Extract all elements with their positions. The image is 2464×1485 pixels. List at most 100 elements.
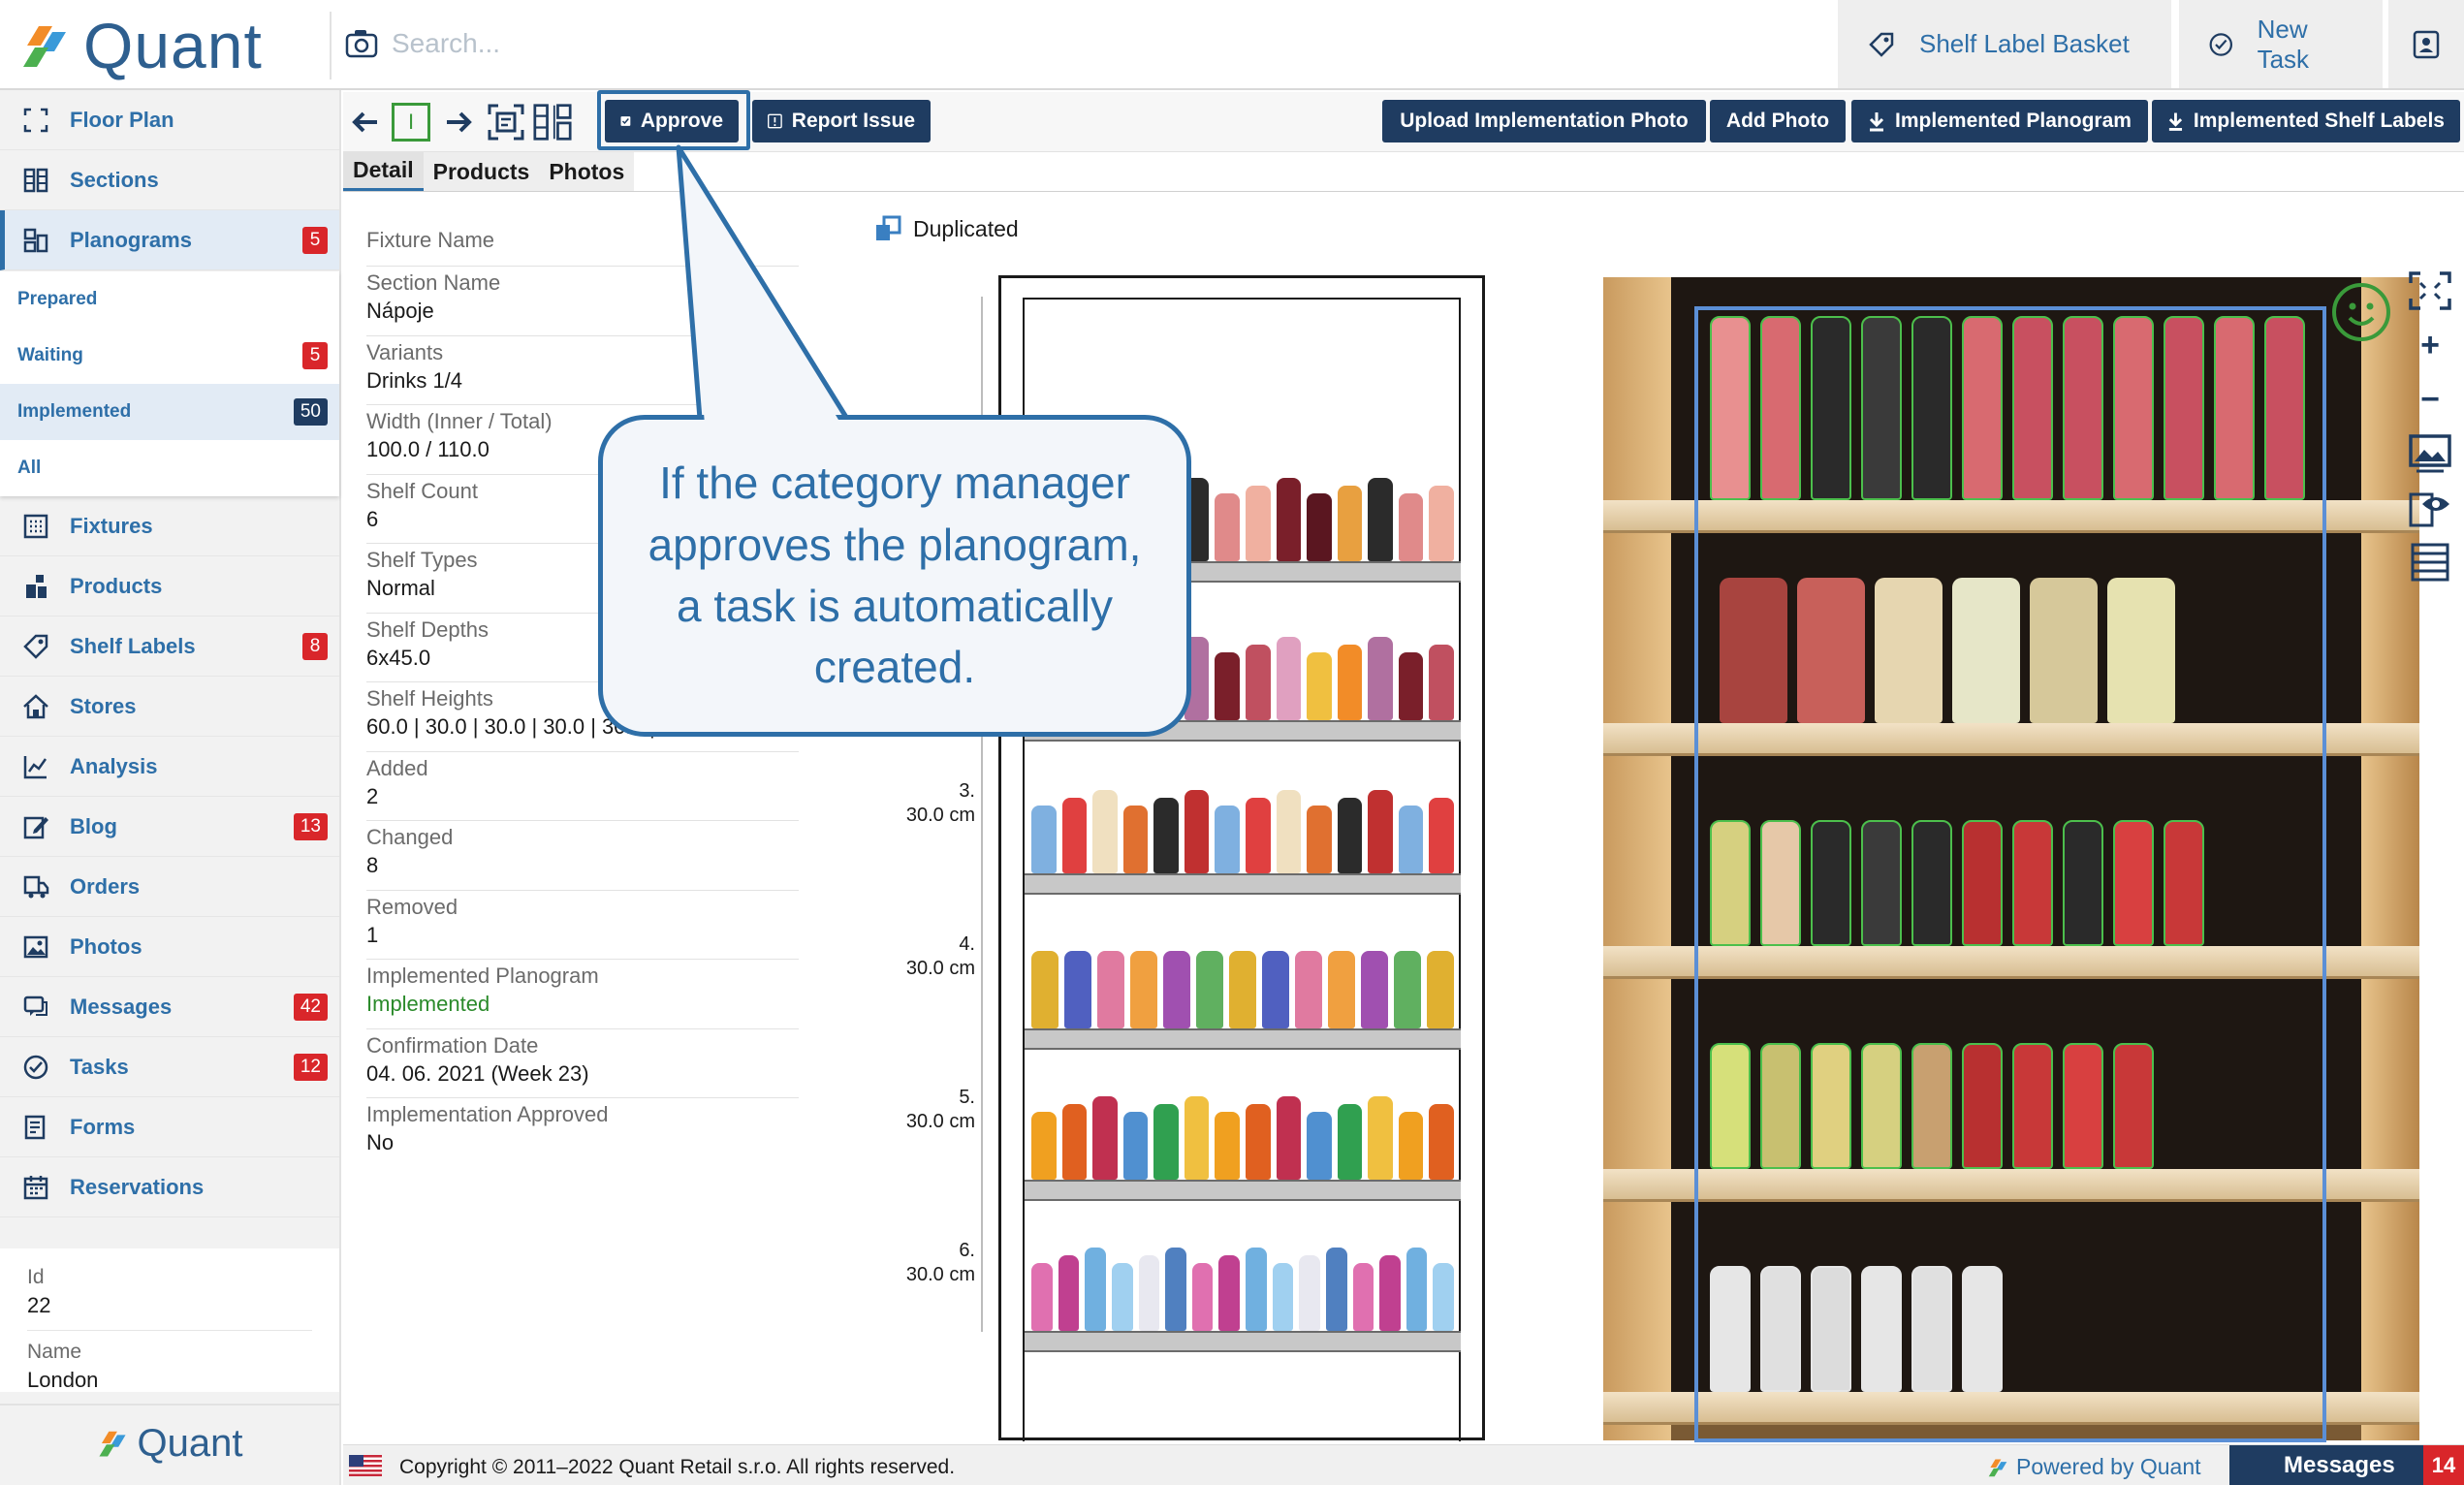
planogram-product[interactable] xyxy=(1246,798,1271,873)
planogram-product[interactable] xyxy=(1337,1104,1363,1180)
sidebar-item-messages[interactable]: Messages 42 xyxy=(0,977,339,1037)
planogram-product[interactable] xyxy=(1429,486,1454,561)
planogram-product[interactable] xyxy=(1299,1255,1320,1331)
planogram-product[interactable] xyxy=(1394,951,1421,1028)
planogram-product[interactable] xyxy=(1276,790,1302,873)
implemented-shelf-labels-button[interactable]: Implemented Shelf Labels xyxy=(2152,100,2460,142)
planogram-product[interactable] xyxy=(1276,1096,1302,1180)
search-input[interactable]: Search... xyxy=(392,28,500,59)
planogram-product[interactable] xyxy=(1272,1263,1294,1331)
planogram-product[interactable] xyxy=(1058,1255,1080,1331)
sidebar-item-fixtures[interactable]: Fixtures xyxy=(0,496,339,556)
sidebar-item-shelf-labels[interactable]: Shelf Labels 8 xyxy=(0,616,339,677)
planogram-product[interactable] xyxy=(1184,1096,1210,1180)
tab-products[interactable]: Products xyxy=(423,152,540,191)
planogram-product[interactable] xyxy=(1398,652,1424,720)
planogram-product[interactable] xyxy=(1122,1112,1149,1180)
planogram-product[interactable] xyxy=(1138,1255,1160,1331)
planogram-product[interactable] xyxy=(1246,645,1271,720)
sidebar-item-analysis[interactable]: Analysis xyxy=(0,737,339,797)
planogram-product[interactable] xyxy=(1092,790,1118,873)
planogram-product[interactable] xyxy=(1031,1112,1057,1180)
sidebar-item-stores[interactable]: Stores xyxy=(0,677,339,737)
camera-icon[interactable] xyxy=(345,28,378,59)
planogram-product[interactable] xyxy=(1368,478,1393,561)
planogram-product[interactable] xyxy=(1092,1096,1118,1180)
implemented-indicator[interactable]: I xyxy=(392,102,430,142)
planogram-product[interactable] xyxy=(1130,951,1157,1028)
submenu-all[interactable]: All xyxy=(0,440,339,496)
planogram-product[interactable] xyxy=(1337,798,1363,873)
planogram-product[interactable] xyxy=(1215,493,1240,561)
planogram-product[interactable] xyxy=(1031,806,1057,873)
planogram-product[interactable] xyxy=(1429,798,1454,873)
planogram-product[interactable] xyxy=(1184,790,1210,873)
planogram-product[interactable] xyxy=(1307,493,1332,561)
list-icon[interactable] xyxy=(2408,543,2452,582)
planogram-product[interactable] xyxy=(1246,486,1271,561)
planogram-product[interactable] xyxy=(1229,951,1256,1028)
planogram-product[interactable] xyxy=(1246,1104,1271,1180)
planogram-product[interactable] xyxy=(1352,1263,1374,1331)
compare-icon[interactable] xyxy=(533,102,572,142)
sidebar-item-orders[interactable]: Orders xyxy=(0,857,339,917)
sidebar-item-products[interactable]: Products xyxy=(0,556,339,616)
planogram-product[interactable] xyxy=(1307,652,1332,720)
planogram-product[interactable] xyxy=(1246,1248,1267,1331)
new-task-button[interactable]: New Task xyxy=(2179,0,2383,88)
add-photo-button[interactable]: Add Photo xyxy=(1710,100,1846,142)
planogram-product[interactable] xyxy=(1153,1104,1179,1180)
planogram-product[interactable] xyxy=(1307,806,1332,873)
planogram-product[interactable] xyxy=(1398,493,1424,561)
planogram-product[interactable] xyxy=(1429,645,1454,720)
planogram-product[interactable] xyxy=(1111,1263,1133,1331)
planogram-product[interactable] xyxy=(1368,1096,1393,1180)
planogram-product[interactable] xyxy=(1153,798,1179,873)
zoom-out-icon[interactable]: − xyxy=(2408,380,2452,419)
planogram-product[interactable] xyxy=(1406,1248,1428,1331)
planogram-product[interactable] xyxy=(1379,1255,1401,1331)
planogram-product[interactable] xyxy=(1398,806,1424,873)
user-button[interactable] xyxy=(2388,0,2464,88)
planogram-product[interactable] xyxy=(1061,798,1088,873)
planogram-product[interactable] xyxy=(1122,806,1149,873)
planogram-product[interactable] xyxy=(1262,951,1289,1028)
arrow-right-icon[interactable] xyxy=(440,102,479,142)
submenu-waiting[interactable]: Waiting 5 xyxy=(0,328,339,384)
planogram-product[interactable] xyxy=(1276,478,1302,561)
planogram-product[interactable] xyxy=(1337,645,1363,720)
planogram-product[interactable] xyxy=(1163,951,1190,1028)
search-bar[interactable]: Search... xyxy=(345,19,500,68)
submenu-implemented[interactable]: Implemented 50 xyxy=(0,384,339,440)
visibility-icon[interactable] xyxy=(2408,489,2452,527)
planogram-product[interactable] xyxy=(1215,1112,1240,1180)
arrow-left-icon[interactable] xyxy=(345,102,384,142)
sidebar-item-planograms[interactable]: Planograms 5 xyxy=(0,210,339,270)
planogram-product[interactable] xyxy=(1191,1263,1214,1331)
planogram-product[interactable] xyxy=(1368,637,1393,720)
messages-button[interactable]: Messages 14 xyxy=(2229,1445,2464,1485)
planogram-product[interactable] xyxy=(1196,951,1223,1028)
us-flag-icon[interactable] xyxy=(349,1455,382,1476)
sidebar-item-blog[interactable]: Blog 13 xyxy=(0,797,339,857)
tab-detail[interactable]: Detail xyxy=(343,152,424,191)
implemented-planogram-button[interactable]: Implemented Planogram xyxy=(1851,100,2148,142)
planogram-product[interactable] xyxy=(1215,652,1240,720)
planogram-product[interactable] xyxy=(1361,951,1388,1028)
planogram-product[interactable] xyxy=(1218,1255,1240,1331)
upload-implementation-photo-button[interactable]: Upload Implementation Photo xyxy=(1382,100,1706,142)
planogram-product[interactable] xyxy=(1328,951,1355,1028)
quant-logo[interactable]: Quant xyxy=(19,10,263,81)
planogram-product[interactable] xyxy=(1097,951,1124,1028)
planogram-product[interactable] xyxy=(1061,1104,1088,1180)
planogram-product[interactable] xyxy=(1085,1248,1106,1331)
scan-icon[interactable] xyxy=(487,102,525,142)
planogram-product[interactable] xyxy=(1276,637,1302,720)
planogram-product[interactable] xyxy=(1429,1104,1454,1180)
sidebar-item-reservations[interactable]: Reservations xyxy=(0,1157,339,1217)
sidebar-item-floor-plan[interactable]: Floor Plan xyxy=(0,90,339,150)
planogram-product[interactable] xyxy=(1165,1248,1186,1331)
planogram-product[interactable] xyxy=(1368,790,1393,873)
planogram-product[interactable] xyxy=(1307,1112,1332,1180)
sidebar-item-sections[interactable]: Sections xyxy=(0,150,339,210)
